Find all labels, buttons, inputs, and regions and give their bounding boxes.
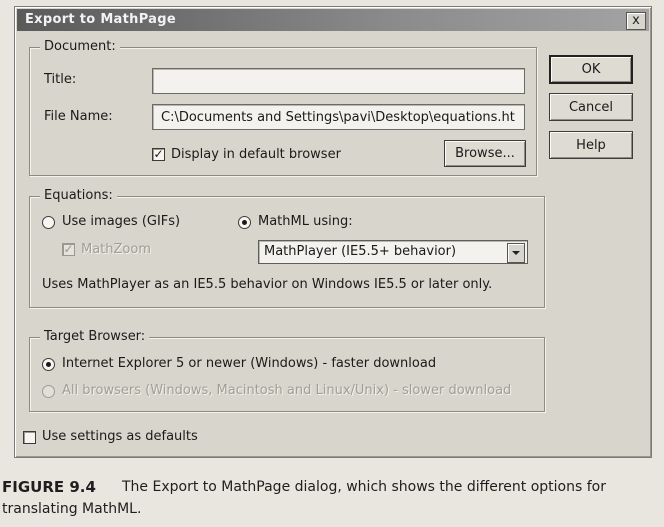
use-images-label: Use images (GIFs) [62, 214, 181, 229]
title-bar: Export to MathPage x [17, 9, 649, 31]
mathml-label: MathML using: [258, 214, 353, 229]
use-defaults-checkbox[interactable] [23, 431, 36, 444]
caption-line-1: The Export to MathPage dialog, which sho… [122, 479, 606, 495]
caption-line-2: translating MathML. [2, 501, 142, 517]
help-button[interactable]: Help [549, 131, 633, 159]
equations-description: Uses MathPlayer as an IE5.5 behavior on … [42, 277, 493, 292]
ok-button[interactable]: OK [549, 55, 633, 84]
export-dialog: Export to MathPage x Document: Title: Fi… [14, 6, 652, 458]
all-browsers-radio[interactable] [42, 385, 55, 398]
mathml-radio[interactable] [238, 216, 251, 229]
ie-label: Internet Explorer 5 or newer (Windows) -… [62, 356, 437, 371]
mathzoom-checkbox[interactable]: ✓ [62, 243, 75, 256]
document-legend: Document: [40, 39, 120, 54]
equations-legend: Equations: [40, 188, 117, 203]
document-group: Document: Title: File Name: ✓ Display in… [29, 39, 537, 176]
file-name-input[interactable] [152, 104, 525, 130]
equations-group: Equations: Use images (GIFs) ✓ MathZoom … [29, 188, 545, 308]
all-browsers-label: All browsers (Windows, Macintosh and Lin… [62, 383, 512, 398]
display-browser-checkbox[interactable]: ✓ [152, 148, 165, 161]
mathzoom-label: MathZoom [81, 242, 151, 257]
close-button[interactable]: x [626, 12, 646, 30]
cancel-button[interactable]: Cancel [549, 93, 633, 121]
mathml-renderer-value: MathPlayer (IE5.5+ behavior) [264, 244, 457, 259]
browse-button[interactable]: Browse... [444, 140, 526, 167]
display-browser-label: Display in default browser [171, 147, 341, 162]
title-input[interactable] [152, 68, 525, 94]
dropdown-arrow-icon[interactable] [507, 243, 525, 263]
target-browser-group: Target Browser: Internet Explorer 5 or n… [29, 329, 545, 412]
figure-number: FIGURE 9.4 [2, 478, 96, 496]
title-label: Title: [44, 72, 77, 87]
use-images-radio[interactable] [42, 216, 55, 229]
dialog-title: Export to MathPage [25, 12, 176, 27]
target-browser-legend: Target Browser: [40, 329, 150, 344]
ie-radio[interactable] [42, 358, 55, 371]
file-name-label: File Name: [44, 109, 113, 124]
use-defaults-label: Use settings as defaults [42, 429, 198, 444]
mathml-renderer-select[interactable]: MathPlayer (IE5.5+ behavior) [258, 240, 528, 264]
